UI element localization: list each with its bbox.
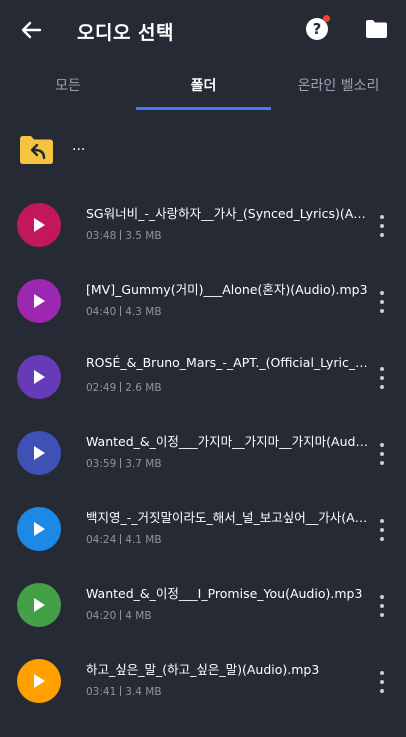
audio-duration: 03:48 [86, 230, 117, 242]
audio-meta: 03:59 3.7 MB [86, 458, 162, 470]
audio-size: 2.6 MB [125, 382, 162, 394]
list-item[interactable]: [MV]_Gummy(거미)___Alone(혼자)(Audio).mp3 04… [0, 279, 406, 357]
list-item[interactable]: Wanted_&_이정___가지마__가지마__가지마(Audio).mp3 0… [0, 431, 406, 509]
audio-meta: 04:20 4 MB [86, 610, 152, 622]
audio-duration: 04:20 [86, 610, 117, 622]
tab-folder[interactable]: 폴더 [136, 60, 271, 110]
audio-meta: 04:40 4.3 MB [86, 306, 162, 318]
notification-dot [323, 15, 330, 22]
play-icon[interactable] [17, 355, 61, 399]
audio-duration: 04:24 [86, 534, 117, 546]
audio-meta: 03:48 3.5 MB [86, 230, 162, 242]
active-tab-indicator [136, 107, 271, 110]
audio-meta: 04:24 4.1 MB [86, 534, 162, 546]
audio-meta: 03:41 3.4 MB [86, 686, 162, 698]
play-icon[interactable] [17, 507, 61, 551]
tab-bar: 모든 폴더 온라인 벨소리 [0, 60, 406, 112]
audio-title: Wanted_&_이정___가지마__가지마__가지마(Audio).mp3 [86, 434, 370, 449]
audio-size: 4.3 MB [125, 306, 162, 318]
list-item[interactable]: Wanted_&_이정___I_Promise_You(Audio).mp3 0… [0, 583, 406, 661]
audio-title: 하고_싶은_말_(하고_싶은_말)(Audio).mp3 [86, 662, 320, 677]
play-icon[interactable] [17, 203, 61, 247]
audio-title: Wanted_&_이정___I_Promise_You(Audio).mp3 [86, 586, 363, 601]
parent-folder-label: ... [72, 138, 86, 154]
more-vert-icon[interactable] [376, 519, 388, 541]
list-item[interactable]: 백지영_-_거짓말이라도_해서_널_보고싶어__가사(Audio).mp3 04… [0, 507, 406, 585]
list-item[interactable]: 하고_싶은_말_(하고_싶은_말)(Audio).mp3 03:41 3.4 MB [0, 659, 406, 737]
play-icon[interactable] [17, 431, 61, 475]
play-icon[interactable] [17, 659, 61, 703]
audio-duration: 03:59 [86, 458, 117, 470]
folder-icon[interactable] [365, 19, 388, 39]
app-bar: 오디오 선택 ? [0, 0, 406, 60]
tab-all[interactable]: 모든 [0, 60, 136, 110]
more-vert-icon[interactable] [376, 443, 388, 465]
list-item[interactable]: SG워너비_-_사랑하자__가사_(Synced_Lyrics)(Audio).… [0, 203, 406, 281]
audio-size: 3.4 MB [125, 686, 162, 698]
audio-size: 3.7 MB [125, 458, 162, 470]
page-title: 오디오 선택 [77, 22, 175, 44]
audio-title: ROSÉ_&_Bruno_Mars_-_APT._(Official_Lyric… [86, 355, 370, 370]
more-vert-icon[interactable] [376, 595, 388, 617]
audio-title: [MV]_Gummy(거미)___Alone(혼자)(Audio).mp3 [86, 282, 368, 297]
audio-size: 4.1 MB [125, 534, 162, 546]
audio-duration: 03:41 [86, 686, 117, 698]
parent-folder-row[interactable] [0, 122, 406, 178]
audio-size: 3.5 MB [125, 230, 162, 242]
back-arrow-icon[interactable] [18, 17, 44, 43]
audio-title: 백지영_-_거짓말이라도_해서_널_보고싶어__가사(Audio).mp3 [86, 510, 370, 525]
list-item[interactable]: ROSÉ_&_Bruno_Mars_-_APT._(Official_Lyric… [0, 355, 406, 433]
audio-duration: 02:49 [86, 382, 117, 394]
folder-up-icon [19, 135, 54, 165]
audio-duration: 04:40 [86, 306, 117, 318]
more-vert-icon[interactable] [376, 291, 388, 313]
more-vert-icon[interactable] [376, 367, 388, 389]
audio-meta: 02:49 2.6 MB [86, 382, 162, 394]
audio-title: SG워너비_-_사랑하자__가사_(Synced_Lyrics)(Audio).… [86, 206, 370, 221]
more-vert-icon[interactable] [376, 671, 388, 693]
tab-online-ringtones[interactable]: 온라인 벨소리 [271, 60, 406, 110]
play-icon[interactable] [17, 583, 61, 627]
audio-size: 4 MB [125, 610, 152, 622]
play-icon[interactable] [17, 279, 61, 323]
more-vert-icon[interactable] [376, 215, 388, 237]
